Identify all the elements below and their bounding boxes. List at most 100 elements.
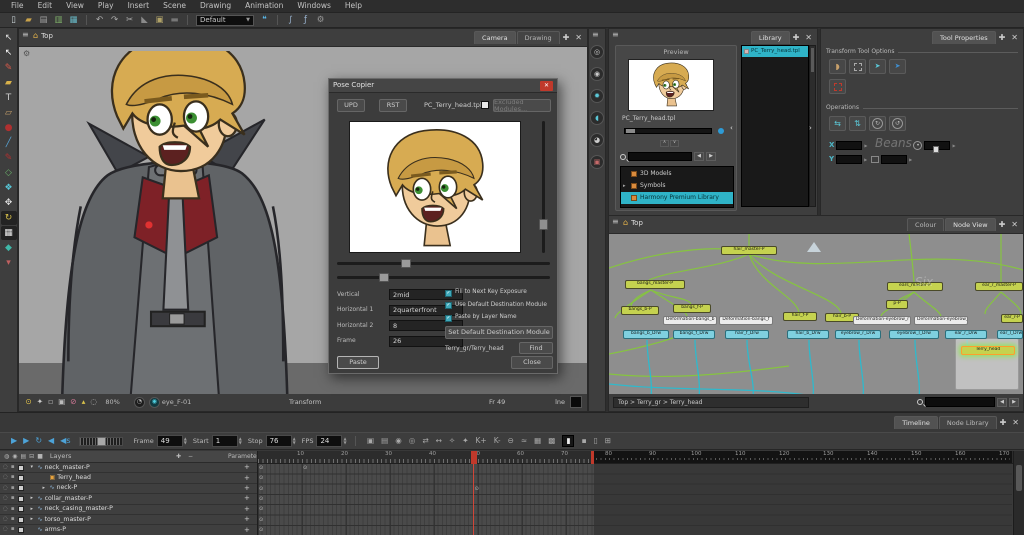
new-scene-icon[interactable]: ▯ (7, 14, 20, 26)
stop-spinner[interactable]: 76▲▼ (266, 435, 296, 447)
menu-play[interactable]: Play (91, 2, 121, 10)
message-icon[interactable]: ❝ (258, 14, 271, 26)
tree-item-symbols[interactable]: ▸Symbols (621, 180, 733, 192)
add-view-icon[interactable]: ✚ (790, 34, 803, 42)
outline-mode-icon[interactable]: ▫ (48, 398, 53, 406)
show-data-icon[interactable]: ▤ (21, 454, 27, 460)
lock-icon[interactable]: ▴ (82, 398, 86, 406)
layer-row-torso_master-P[interactable]: ◌▪▸∿torso_master-P+ (0, 515, 257, 525)
enable-icon[interactable]: ◌ (3, 465, 8, 471)
no-ease-icon[interactable]: ⊖ (508, 437, 514, 445)
node-bangs_b_Drw[interactable]: bangs_b_Drw (623, 330, 669, 339)
panel-menu-icon[interactable]: ≡ (22, 31, 29, 39)
loop-icon[interactable]: ↻ (35, 437, 42, 445)
playback-range-slider[interactable] (79, 437, 123, 446)
contour-editor-tool[interactable]: ❖ (1, 181, 17, 195)
thumbnail-icon[interactable]: ▪ (11, 486, 15, 492)
panel-menu-icon[interactable]: ≡ (612, 31, 619, 39)
preview-scrub-slider[interactable] (624, 128, 712, 134)
home-icon[interactable]: ⌂ (623, 219, 628, 227)
upd-button[interactable]: UPD (337, 99, 365, 112)
expand-icon[interactable]: ▸ (31, 517, 38, 522)
extend-exposure-icon[interactable]: ↔ (436, 437, 442, 445)
paste-icon[interactable]: ▣ (153, 14, 166, 26)
node-bangs_b-P[interactable]: bangs_b-P (621, 306, 659, 315)
add-peg-icon[interactable]: ▤ (381, 437, 388, 445)
lock-all-icon[interactable]: ⊟ (29, 454, 34, 460)
add-drawing-layer-icon[interactable]: ▣ (367, 437, 374, 445)
tab-drawing[interactable]: Drawing (517, 31, 560, 44)
visibility-icon[interactable]: ◌ (90, 398, 97, 406)
x-position-field[interactable] (836, 141, 862, 150)
menu-view[interactable]: View (59, 2, 91, 10)
node-hair_f-P[interactable]: hair_f-P (783, 312, 817, 321)
close-icon[interactable]: ✕ (540, 81, 553, 91)
close-view-icon[interactable]: ✕ (1009, 419, 1022, 427)
settings-icon[interactable]: ⚙ (314, 14, 327, 26)
library-file-selected[interactable]: PC_Terry_head.tpl (742, 46, 808, 57)
solo-mode-icon[interactable]: ■ (37, 454, 43, 460)
preset-dropdown[interactable]: Default ▼ (196, 15, 254, 26)
close-button[interactable]: Close (511, 356, 553, 369)
line-tool[interactable]: ╱ (1, 136, 17, 150)
node-search-input[interactable] (925, 397, 995, 407)
menu-animation[interactable]: Animation (238, 2, 290, 10)
enable-icon[interactable]: ◌ (3, 527, 8, 533)
home-icon[interactable]: ⌂ (33, 32, 38, 40)
cutter-icon[interactable]: ✂ (123, 14, 136, 26)
close-view-icon[interactable]: ✕ (572, 34, 585, 42)
dropper-tool[interactable]: ◆ (1, 241, 17, 255)
y-position-field[interactable] (836, 155, 862, 164)
menu-help[interactable]: Help (338, 2, 369, 10)
marquee-tool[interactable]: ▦ (1, 226, 17, 240)
function-edit-icon[interactable]: ƒ (299, 14, 312, 26)
rotate-cw-icon[interactable]: ↻ (869, 116, 886, 131)
set-default-destination-button[interactable]: Set Default Destination Module (445, 326, 553, 339)
layer-row-neck-P[interactable]: ◌▪▸∿neck-P+ (0, 484, 257, 494)
hand-tool[interactable]: ✥ (1, 196, 17, 210)
layer-checkbox[interactable] (18, 485, 24, 491)
thumbnail-icon[interactable]: ▪ (11, 517, 15, 523)
search-input[interactable] (628, 152, 692, 161)
expand-icon[interactable]: ▸ (43, 486, 50, 491)
prev-result-icon[interactable]: ◀ (694, 152, 704, 161)
layer-row-neck_casing_master-P[interactable]: ◌▪▸∿neck_casing_master-P+ (0, 505, 257, 515)
enable-icon[interactable]: ◌ (3, 507, 8, 513)
splitter-left-icon[interactable]: ‹ (730, 125, 733, 132)
show-sound-icon[interactable]: ▩ (548, 437, 555, 445)
tab-camera[interactable]: Camera (474, 31, 516, 44)
layer-row-Terry_head[interactable]: ◌▪▣Terry_head+ (0, 473, 257, 483)
ink-tool[interactable]: ▾ (1, 256, 17, 270)
node-hair_f_Drw[interactable]: hair_f_Drw (725, 330, 769, 339)
brush-tool[interactable]: ✎ (1, 61, 17, 75)
thumbnail-icon[interactable]: ▪ (11, 475, 15, 481)
layer-row-neck_master-P[interactable]: ◌▪▾∿neck_master-P+ (0, 463, 257, 473)
node-hair_master-P[interactable]: hair_master-P (721, 246, 777, 255)
enable-all-icon[interactable]: ◉ (12, 454, 17, 460)
add-view-icon[interactable]: ✚ (560, 34, 573, 42)
checkbox-checked[interactable]: ✓ (445, 290, 452, 297)
layer-checkbox[interactable] (18, 506, 24, 512)
keyframe-marker[interactable]: ⊙ (259, 528, 263, 533)
tab-library[interactable]: Library (751, 31, 790, 44)
add-parameter-icon[interactable]: + (244, 506, 250, 513)
add-view-icon[interactable]: ✚ (996, 221, 1009, 229)
keyframe-marker[interactable]: ⊙ (259, 497, 263, 502)
pose-vertical-slider[interactable] (539, 121, 548, 253)
bulb-icon[interactable]: ⊙ (26, 398, 32, 406)
add-parameter-icon[interactable]: + (244, 485, 250, 492)
checkbox-checked[interactable]: ✓ (445, 302, 452, 309)
playhead-handle[interactable] (471, 451, 477, 464)
play-icon[interactable]: ▶ (11, 437, 17, 445)
lasso-icon[interactable]: ◗ (829, 59, 846, 74)
excluded-checkbox[interactable] (481, 101, 489, 109)
layer-row-collar_master-P[interactable]: ◌▪▸∿collar_master-P+ (0, 494, 257, 504)
node-bangs_f-P[interactable]: bangs_f-P (673, 304, 711, 313)
tab-tool-properties[interactable]: Tool Properties (932, 31, 996, 44)
text-tool[interactable]: T (1, 91, 17, 105)
caret-icon[interactable]: ▸ (623, 184, 626, 189)
node-ear_r-P[interactable]: ear_r-P (1001, 314, 1023, 323)
sound-scrub-icon[interactable]: ◀s (60, 437, 70, 445)
import-images-icon[interactable]: ▥ (52, 14, 65, 26)
keyframe-marker[interactable]: ⊙ (303, 466, 307, 471)
